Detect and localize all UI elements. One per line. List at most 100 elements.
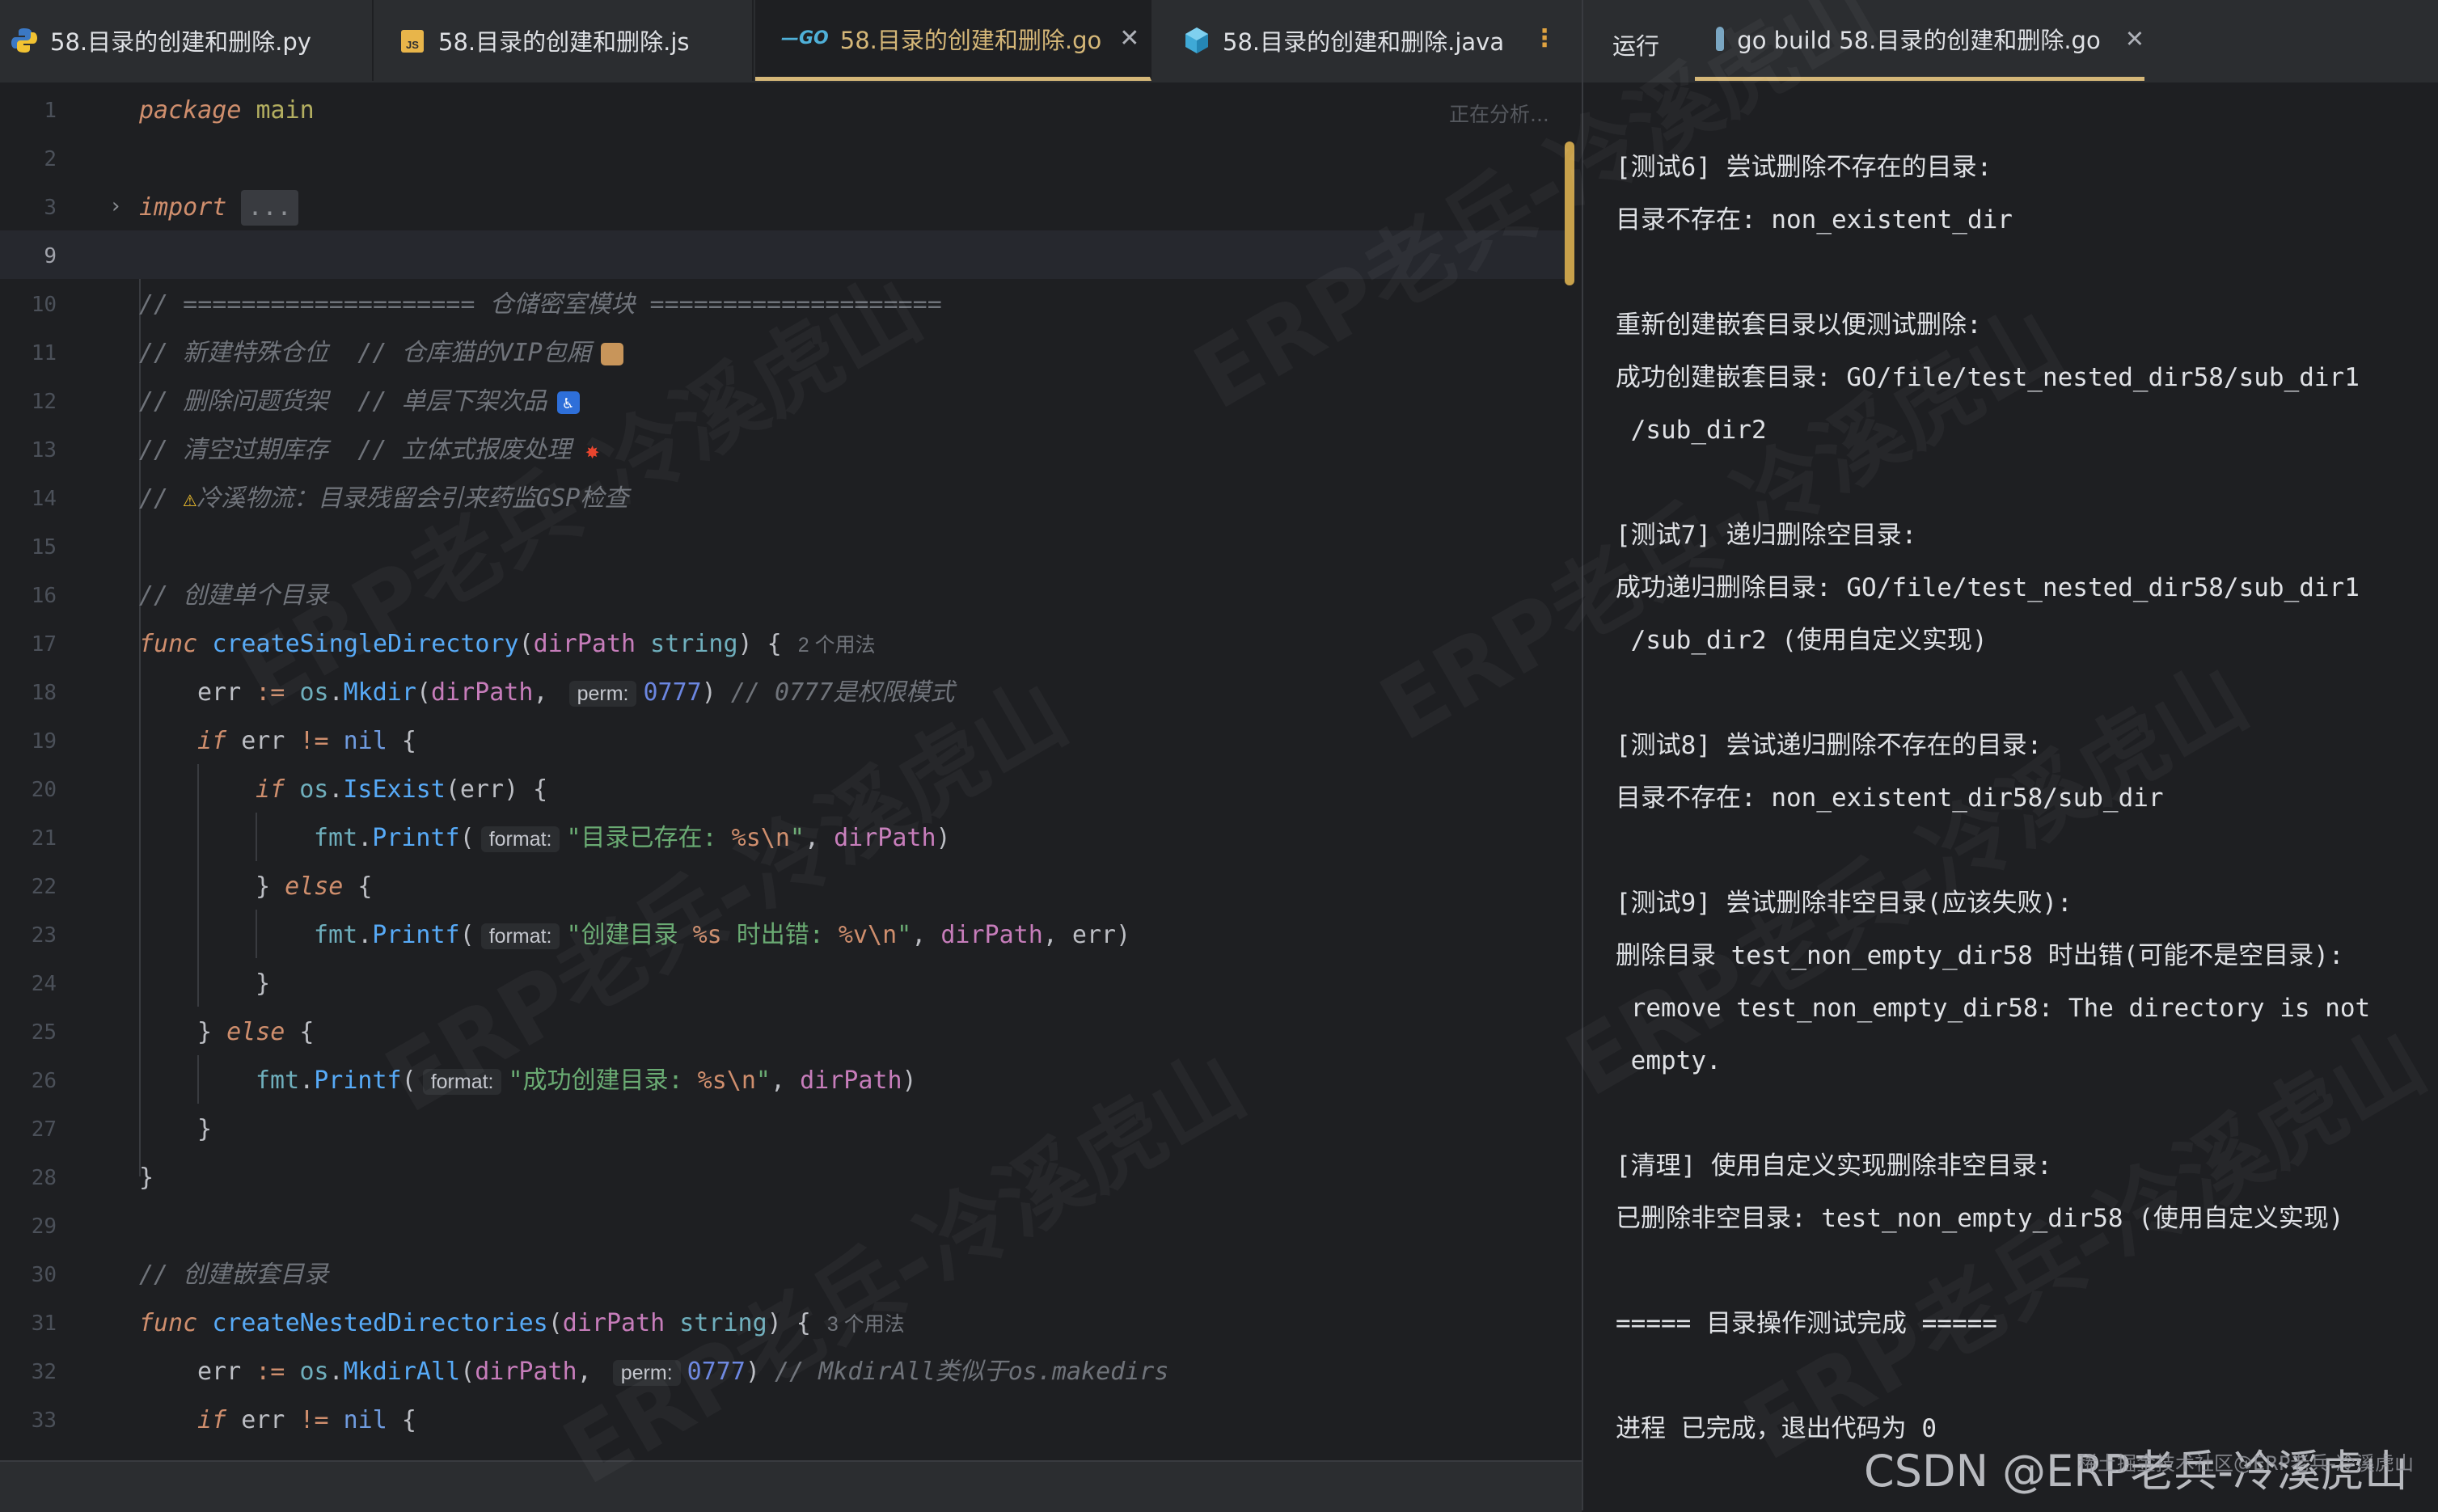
tab-go-file[interactable]: —GO 58.目录的创建和删除.go ✕ [755,0,1151,81]
chevron-right-icon[interactable]: › [112,194,120,218]
function-call: Printf [372,921,460,949]
run-tab-bar: 运行 go build 58.目录的创建和删除.go ✕ [1583,0,2438,82]
console-line: /sub_dir2 (使用自定义实现) [1616,626,1988,655]
console-line: 目录不存在: non_existent_dir [1616,205,2013,234]
usage-hint[interactable]: 3 个用法 [827,1313,905,1336]
package-ref: fmt [314,921,358,949]
code-line-23[interactable]: fmt.Printf(format: "创建目录 %s 时出错: %v\n", d… [314,911,1130,960]
tab-python-file[interactable]: 58.目录的创建和删除.py [0,0,374,81]
string: "创建目录 [566,921,693,949]
operator: != [299,727,329,755]
code-line-1[interactable]: package main [139,87,315,135]
operator: != [299,1406,329,1434]
keyword: if [197,1406,227,1434]
string: " [897,921,912,949]
line-number: 14 [31,487,57,511]
function-call: IsExist [343,775,446,804]
js-file-icon: JS [399,27,427,54]
line-number: 10 [31,293,57,317]
line-number: 27 [31,1117,57,1142]
box-emoji-icon [600,342,623,365]
line-number: 25 [31,1020,57,1045]
code-line-21[interactable]: fmt.Printf(format: "目录已存在: %s\n", dirPath… [314,814,951,863]
param: dirPath [940,921,1043,949]
code-line-22[interactable]: } else { [256,863,373,911]
tab-java-file[interactable]: 58.目录的创建和删除.java [1153,0,1509,81]
identifier: err [1071,921,1117,949]
code-line-11[interactable]: // 新建特殊仓位 // 仓库猫的VIP包厢 [139,329,623,378]
code-line-10[interactable]: // ==================== 仓储密室模块 =========… [139,281,942,329]
code-line-31[interactable]: func createNestedDirectories(dirPath str… [139,1299,905,1348]
console-line: remove test_non_empty_dir58: The directo… [1616,994,2371,1023]
line-number: 28 [31,1166,57,1190]
number: 0777 [687,1358,746,1386]
console-line: ===== 目录操作测试完成 ===== [1616,1309,1997,1338]
run-panel[interactable]: 运行 go build 58.目录的创建和删除.go ✕ [测试6] 尝试删除不… [1582,0,2438,1510]
identifier: err [241,727,285,755]
type: string [650,630,738,658]
code-editor[interactable]: 58.目录的创建和删除.py JS 58.目录的创建和删除.js —GO 58.… [0,0,1582,1512]
code-line-17[interactable]: func createSingleDirectory(dirPath strin… [139,620,876,669]
line-number: 2 [44,147,57,171]
code-line-18[interactable]: err := os.Mkdir(dirPath, perm: 0777) // 0… [197,669,954,717]
code-line-20[interactable]: if os.IsExist(err) { [256,766,547,814]
run-label[interactable]: 运行 [1612,27,1659,61]
scrollbar-thumb[interactable] [1565,141,1574,285]
line-number: 1 [44,99,57,123]
line-number: 23 [31,923,57,948]
string: "目录已存在: [566,824,732,852]
gopher-icon [1716,26,1725,51]
console-line: 删除目录 test_non_empty_dir58 时出错(可能不是空目录): [1616,941,2344,970]
line-number: 29 [31,1214,57,1239]
string: 时出错: [721,921,839,949]
keyword: else [226,1018,285,1046]
code-line-33[interactable]: if err != nil { [197,1396,416,1445]
comment: // 新建特殊仓位 // 仓库猫的VIP包厢 [139,339,591,367]
keyword: else [285,872,344,901]
param: dirPath [800,1066,902,1095]
keyword: nil [343,1406,387,1434]
identifier: err [197,1358,242,1386]
code-line-24[interactable]: } [256,960,270,1008]
code-line-25[interactable]: } else { [197,1008,315,1057]
more-tabs-icon[interactable]: ⋮ [1532,24,1557,53]
code-line-32[interactable]: err := os.MkdirAll(dirPath, perm: 0777) /… [197,1348,1168,1396]
tab-label: 58.目录的创建和删除.js [438,28,690,56]
format-verb: %v\n [838,921,898,949]
code-line-30[interactable]: // 创建嵌套目录 [139,1251,328,1299]
code-line-13[interactable]: // 清空过期库存 // 立体式报废处理 ✸ [139,426,604,475]
code-line-14[interactable]: // ⚠冷溪物流：目录残留会引来药监GSP检查 [139,475,628,523]
code-line-3[interactable]: import ... [139,184,298,232]
package-ref: os [299,775,329,804]
java-icon [1182,26,1211,55]
code-line-27[interactable]: } [197,1105,212,1154]
param-hint: format: [480,923,560,949]
close-icon[interactable]: ✕ [1119,24,1139,53]
fold-placeholder[interactable]: ... [241,190,298,226]
code-line-12[interactable]: // 删除问题货架 // 单层下架次品 ♿ [139,378,580,426]
comment: // 清空过期库存 // 立体式报废处理 [139,436,572,464]
keyword: func [139,630,198,658]
param: dirPath [475,1358,577,1386]
run-config-tab[interactable]: go build 58.目录的创建和删除.go ✕ [1695,0,2144,81]
param: dirPath [562,1309,665,1337]
warning-icon: ⚠ [183,485,197,512]
format-verb: %s\n [697,1066,756,1095]
tab-js-file[interactable]: JS 58.目录的创建和删除.js [374,0,754,81]
code-line-26[interactable]: fmt.Printf(format: "成功创建目录: %s\n", dirPat… [256,1057,917,1105]
code-line-28[interactable]: } [139,1154,154,1202]
run-tab-label: go build 58.目录的创建和删除.go [1737,26,2101,54]
current-line-highlight [0,230,1569,279]
keyword: nil [343,727,387,755]
console-line: [测试7] 递归删除空目录: [1616,521,1917,550]
keyword: func [139,1309,198,1337]
close-icon[interactable]: ✕ [2125,25,2144,53]
usage-hint[interactable]: 2 个用法 [798,634,876,657]
code-line-16[interactable]: // 创建单个目录 [139,572,328,620]
comment: // 0777是权限模式 [730,678,955,707]
package-ref: os [299,678,329,707]
function-call: MkdirAll [343,1358,461,1386]
code-line-19[interactable]: if err != nil { [197,717,416,766]
keyword: if [197,727,227,755]
package-ref: os [299,1358,329,1386]
